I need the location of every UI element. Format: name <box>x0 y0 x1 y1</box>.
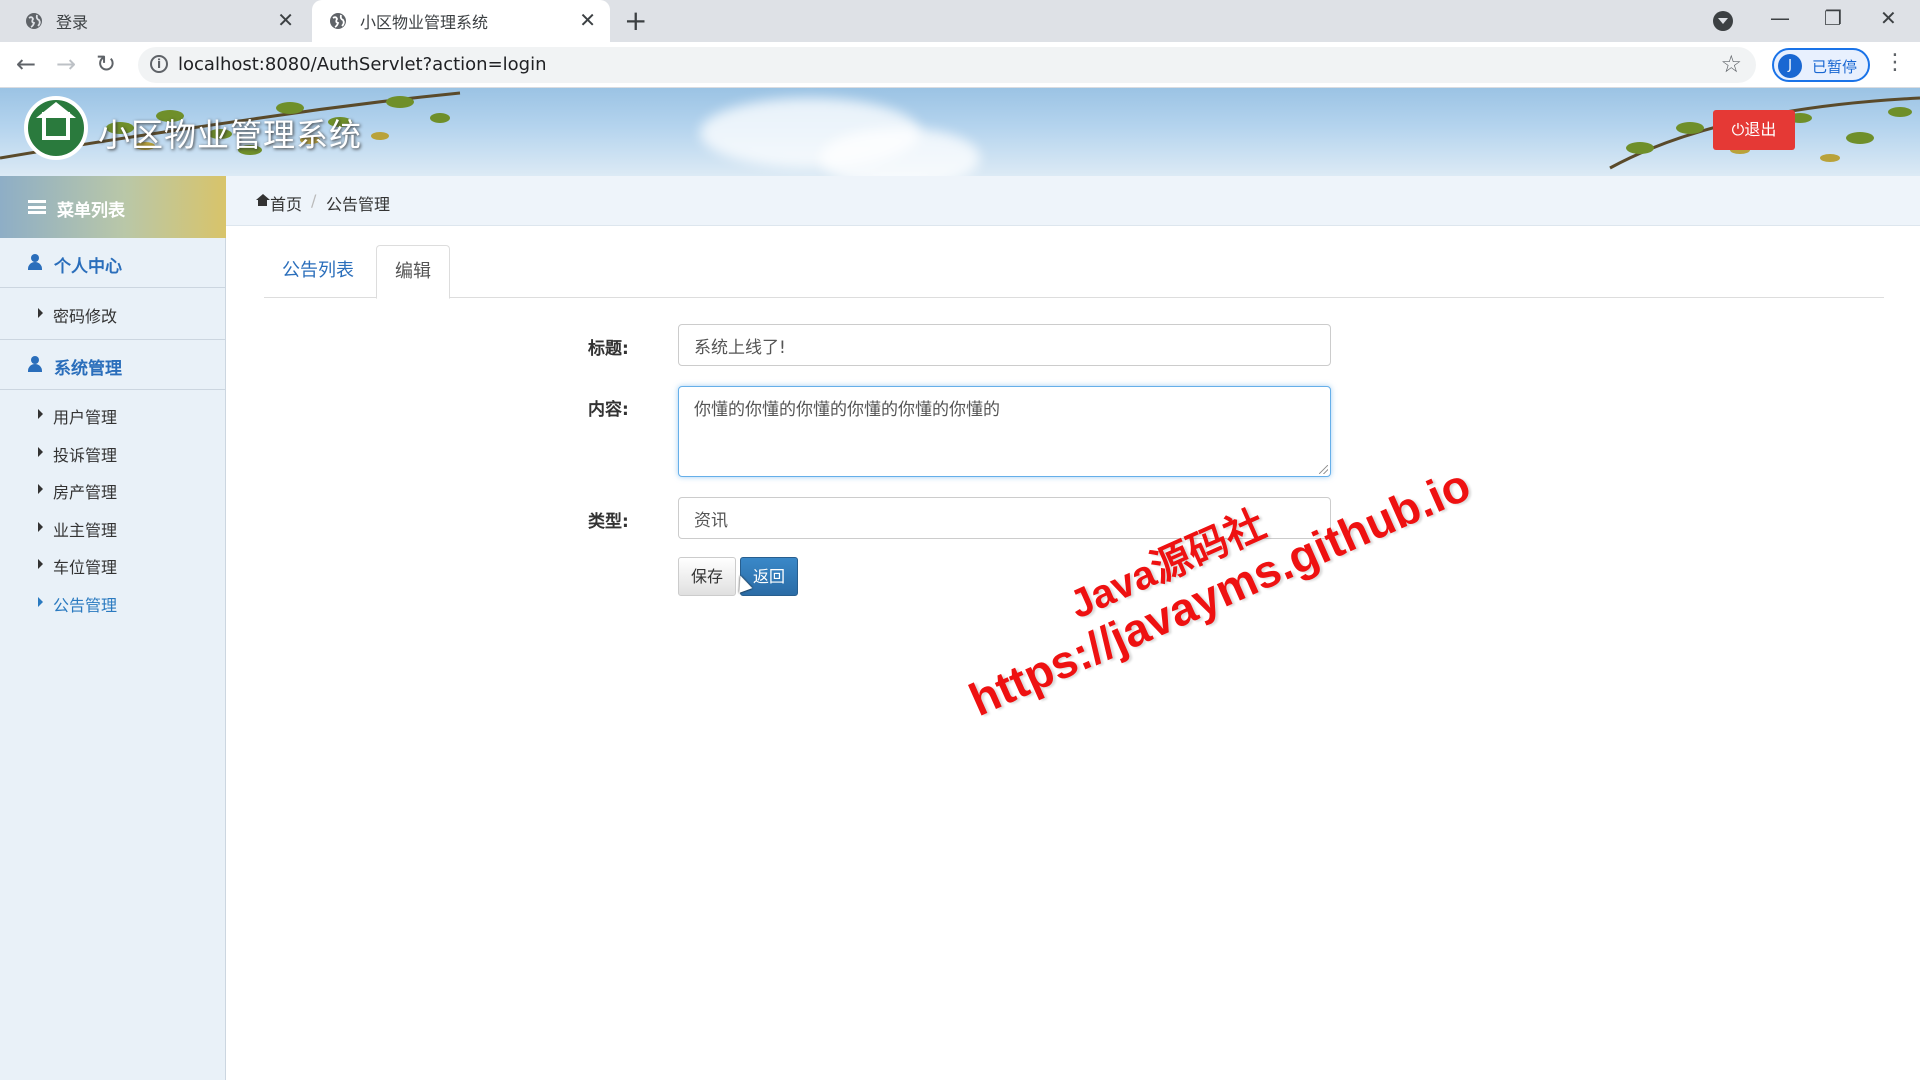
browser-tab[interactable]: 登录 ✕ <box>0 0 308 42</box>
content-tabs: 公告列表 编辑 <box>264 245 1884 299</box>
title-field[interactable]: 系统上线了! <box>678 324 1331 366</box>
sidebar-item-password[interactable]: 密码修改 <box>0 295 226 332</box>
user-icon <box>28 356 42 372</box>
sidebar-item-label: 业主管理 <box>53 521 118 540</box>
browser-tab-title: 登录 <box>56 13 89 32</box>
minimize-icon[interactable]: — <box>1770 6 1790 30</box>
profile-button[interactable]: J 已暂停 <box>1772 48 1870 82</box>
home-icon <box>256 194 270 206</box>
browser-menu-icon[interactable]: ⋮ <box>1884 50 1906 75</box>
avatar: J <box>1778 54 1802 78</box>
sidebar-group-system[interactable]: 系统管理 <box>0 340 226 390</box>
caret-right-icon <box>38 559 43 569</box>
save-button[interactable]: 保存 <box>678 557 736 596</box>
content-textarea[interactable]: 你懂的你懂的你懂的你懂的你懂的你懂的 <box>678 386 1331 477</box>
sidebar-item-users[interactable]: 用户管理 <box>0 396 226 433</box>
caret-right-icon <box>38 597 43 607</box>
logout-label: 退出 <box>1744 120 1777 139</box>
globe-icon <box>26 13 42 29</box>
sidebar-header: 菜单列表 <box>0 176 226 238</box>
logo <box>24 96 88 160</box>
profile-status-label: 已暂停 <box>1812 58 1858 76</box>
caret-right-icon <box>38 522 43 532</box>
browser-tab-bar: 登录 ✕ 小区物业管理系统 ✕ + — ❐ ✕ <box>0 0 1920 42</box>
caret-right-icon <box>38 484 43 494</box>
tab-edit[interactable]: 编辑 <box>376 245 450 299</box>
type-label: 类型: <box>588 512 629 532</box>
app-banner: 小区物业管理系统 ⏻退出 <box>0 88 1920 176</box>
site-info-icon[interactable]: i <box>150 55 168 73</box>
breadcrumb-separator: / <box>311 191 317 210</box>
sidebar-item-label: 公告管理 <box>53 596 118 615</box>
caret-right-icon <box>38 409 43 419</box>
sidebar-item-complaints[interactable]: 投诉管理 <box>0 434 226 471</box>
caret-right-icon <box>38 308 43 318</box>
sidebar-item-label: 用户管理 <box>53 408 118 427</box>
caret-right-icon <box>38 447 43 457</box>
logout-button[interactable]: ⏻退出 <box>1713 110 1795 150</box>
breadcrumb: 首页 / 公告管理 <box>226 176 1920 226</box>
bookmark-star-icon[interactable]: ☆ <box>1720 50 1742 78</box>
title-label: 标题: <box>588 339 629 359</box>
content-label: 内容: <box>588 400 629 420</box>
breadcrumb-current: 公告管理 <box>326 195 391 214</box>
sidebar-item-label: 房产管理 <box>53 483 118 502</box>
resize-grip-icon[interactable] <box>1319 465 1328 474</box>
sidebar-item-label: 密码修改 <box>53 307 118 326</box>
content-text: 你懂的你懂的你懂的你懂的你懂的你懂的 <box>694 400 1000 420</box>
sidebar-group-label: 个人中心 <box>54 257 122 277</box>
browser-tab-active[interactable]: 小区物业管理系统 ✕ <box>312 0 610 42</box>
tab-search-icon[interactable] <box>1713 11 1733 31</box>
browser-tab-title: 小区物业管理系统 <box>360 13 489 32</box>
sidebar-item-owners[interactable]: 业主管理 <box>0 509 226 546</box>
restore-icon[interactable]: ❐ <box>1824 6 1842 30</box>
url-text: localhost:8080/AuthServlet?action=login <box>178 54 547 75</box>
back-button[interactable]: 返回 <box>740 557 798 596</box>
new-tab-icon[interactable]: + <box>624 6 647 36</box>
sidebar: 菜单列表 个人中心 密码修改 系统管理 用户管理 投诉管理 房产管理 业主管理 … <box>0 176 226 1080</box>
list-icon <box>28 200 46 214</box>
sidebar-item-parking[interactable]: 车位管理 <box>0 546 226 583</box>
tab-announcement-list[interactable]: 公告列表 <box>264 245 372 299</box>
back-arrow-icon[interactable]: ← <box>16 50 36 78</box>
breadcrumb-home[interactable]: 首页 <box>270 191 302 215</box>
system-title: 小区物业管理系统 <box>98 116 363 154</box>
sidebar-item-label: 投诉管理 <box>53 446 118 465</box>
sidebar-group-personal[interactable]: 个人中心 <box>0 238 226 288</box>
power-icon: ⏻ <box>1731 120 1745 139</box>
globe-icon <box>330 13 346 29</box>
browser-toolbar: ← → ↻ i localhost:8080/AuthServlet?actio… <box>0 42 1920 88</box>
address-bar[interactable]: i localhost:8080/AuthServlet?action=logi… <box>138 47 1756 83</box>
close-window-icon[interactable]: ✕ <box>1880 6 1897 30</box>
user-icon <box>28 254 42 270</box>
forward-arrow-icon[interactable]: → <box>56 50 76 78</box>
sidebar-item-label: 车位管理 <box>53 558 118 577</box>
sidebar-item-property[interactable]: 房产管理 <box>0 471 226 508</box>
close-tab-icon[interactable]: ✕ <box>277 10 294 30</box>
sidebar-group-label: 系统管理 <box>54 359 122 379</box>
reload-icon[interactable]: ↻ <box>96 50 116 78</box>
sidebar-header-label: 菜单列表 <box>57 201 125 221</box>
close-tab-icon[interactable]: ✕ <box>579 10 596 30</box>
sidebar-item-announcements[interactable]: 公告管理 <box>0 584 226 621</box>
